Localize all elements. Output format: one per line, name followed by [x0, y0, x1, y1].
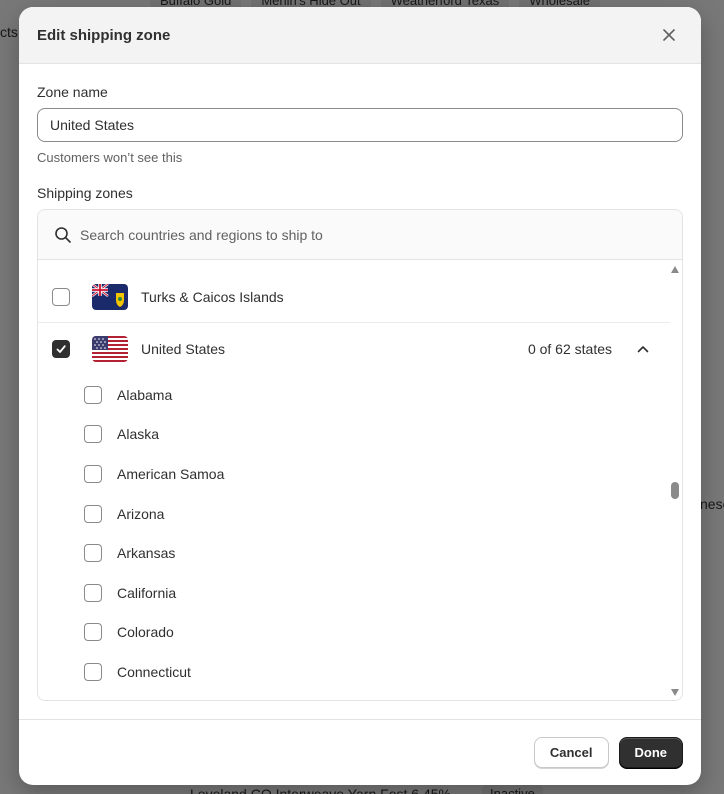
chevron-up-icon: [637, 346, 649, 353]
close-icon: [663, 29, 675, 41]
scroll-up-arrow-icon[interactable]: [671, 266, 679, 273]
country-row-united-states[interactable]: United States 0 of 62 states: [38, 323, 670, 375]
scrollbar-thumb[interactable]: [671, 482, 679, 499]
shipping-zones-label: Shipping zones: [37, 185, 133, 201]
state-row-california[interactable]: California: [38, 573, 670, 613]
country-row-turks-caicos[interactable]: Turks & Caicos Islands: [38, 271, 670, 323]
countries-list: Turks & Caicos Islands United States 0 o…: [38, 271, 670, 692]
country-name: United States: [141, 341, 226, 357]
scroll-down-arrow-icon[interactable]: [671, 689, 679, 696]
state-row-american-samoa[interactable]: American Samoa: [38, 454, 670, 494]
state-checkbox[interactable]: [84, 504, 102, 523]
modal-header: Edit shipping zone: [19, 7, 701, 64]
shipping-zones-picker: Turks & Caicos Islands: [37, 209, 683, 701]
state-row-arkansas[interactable]: Arkansas: [38, 533, 670, 573]
state-checkbox[interactable]: [84, 623, 102, 642]
state-checkbox[interactable]: [84, 544, 102, 563]
state-name: Arizona: [117, 505, 165, 522]
state-row-connecticut[interactable]: Connecticut: [38, 652, 670, 692]
search-row: [38, 210, 682, 260]
checkmark-icon: [56, 345, 66, 353]
state-name: California: [117, 584, 177, 601]
state-name: American Samoa: [117, 465, 225, 482]
close-button[interactable]: [655, 21, 683, 49]
search-input[interactable]: [80, 226, 640, 243]
modal-body: Zone name Customers won’t see this Shipp…: [19, 64, 701, 701]
state-checkbox[interactable]: [84, 662, 102, 681]
state-count: 0 of 62 states: [527, 341, 612, 357]
search-icon: [55, 226, 71, 243]
country-checkbox[interactable]: [52, 287, 70, 306]
state-name: Connecticut: [117, 663, 191, 680]
zone-name-help-text: Customers won’t see this: [37, 150, 183, 165]
modal-footer: Cancel Done: [19, 719, 701, 785]
turks-caicos-flag-icon: [92, 283, 128, 310]
list-scrollbar[interactable]: [668, 260, 682, 700]
state-row-colorado[interactable]: Colorado: [38, 613, 670, 653]
state-name: Alabama: [117, 386, 173, 403]
state-name: Colorado: [117, 624, 174, 641]
zone-name-label: Zone name: [37, 84, 108, 100]
cancel-button[interactable]: Cancel: [533, 737, 609, 768]
state-name: Arkansas: [117, 545, 176, 562]
collapse-states-button[interactable]: [632, 338, 654, 360]
modal-title: Edit shipping zone: [37, 26, 171, 44]
state-checkbox[interactable]: [84, 583, 102, 602]
country-name: Turks & Caicos Islands: [141, 288, 284, 305]
united-states-flag-icon: [92, 336, 128, 362]
state-row-arizona[interactable]: Arizona: [38, 494, 670, 534]
state-row-alabama[interactable]: Alabama: [38, 375, 670, 415]
state-row-alaska[interactable]: Alaska: [38, 415, 670, 455]
zone-name-input[interactable]: [37, 108, 683, 142]
state-checkbox[interactable]: [84, 385, 102, 404]
state-checkbox[interactable]: [84, 425, 102, 444]
state-checkbox[interactable]: [84, 464, 102, 483]
state-name: Alaska: [117, 426, 160, 443]
done-button[interactable]: Done: [618, 737, 683, 768]
country-checkbox[interactable]: [52, 340, 70, 358]
edit-shipping-zone-modal: Edit shipping zone Zone name Customers w…: [19, 7, 701, 785]
